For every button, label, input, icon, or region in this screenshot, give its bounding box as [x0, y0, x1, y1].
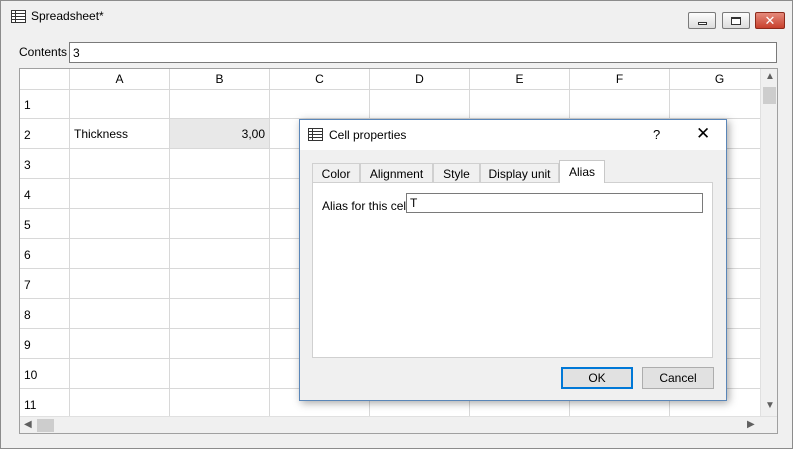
cell-b8[interactable]: [170, 299, 270, 329]
cell-c1[interactable]: [270, 90, 370, 119]
tab-display-unit[interactable]: Display unit: [480, 163, 559, 183]
cell-a3[interactable]: [70, 149, 170, 179]
spreadsheet-icon: [308, 128, 323, 141]
row-header-3[interactable]: 3: [20, 149, 70, 179]
maximize-button[interactable]: [722, 12, 750, 29]
cell-b11[interactable]: [170, 389, 270, 416]
row-header-11[interactable]: 11: [20, 389, 70, 416]
tab-style[interactable]: Style: [433, 163, 480, 183]
cell-a6[interactable]: [70, 239, 170, 269]
cell-b1[interactable]: [170, 90, 270, 119]
row-header-4[interactable]: 4: [20, 179, 70, 209]
row-header-6[interactable]: 6: [20, 239, 70, 269]
cell-a8[interactable]: [70, 299, 170, 329]
scroll-up-icon[interactable]: ▲: [765, 72, 775, 82]
tab-alias[interactable]: Alias: [559, 160, 605, 183]
help-button[interactable]: ?: [653, 127, 660, 142]
cell-a1[interactable]: [70, 90, 170, 119]
alias-label: Alias for this cell: [322, 199, 409, 213]
cell-a10[interactable]: [70, 359, 170, 389]
vertical-scroll-thumb[interactable]: [763, 87, 776, 104]
column-header-e[interactable]: E: [470, 69, 570, 90]
cancel-button[interactable]: Cancel: [642, 367, 714, 389]
minimize-button[interactable]: [688, 12, 716, 29]
title-bar[interactable]: Spreadsheet* ✕: [1, 1, 792, 31]
scroll-left-icon[interactable]: ◀: [24, 420, 32, 430]
cell-b6[interactable]: [170, 239, 270, 269]
dialog-close-icon[interactable]: ✕: [696, 125, 710, 142]
row-header-9[interactable]: 9: [20, 329, 70, 359]
cell-g1[interactable]: [670, 90, 760, 119]
close-button[interactable]: ✕: [755, 12, 785, 29]
alias-input[interactable]: [406, 193, 703, 213]
cell-f1[interactable]: [570, 90, 670, 119]
close-icon: ✕: [764, 13, 776, 28]
spreadsheet-icon: [11, 10, 26, 23]
corner-header[interactable]: [20, 69, 70, 90]
tab-alignment[interactable]: Alignment: [360, 163, 433, 183]
column-header-g[interactable]: G: [670, 69, 760, 90]
cell-a2[interactable]: Thickness: [70, 119, 170, 149]
cell-properties-dialog: Cell properties ? ✕ Color Alignment Style D…: [299, 119, 727, 401]
cell-b9[interactable]: [170, 329, 270, 359]
ok-button[interactable]: OK: [561, 367, 633, 389]
dialog-title: Cell properties: [329, 128, 407, 142]
contents-input[interactable]: [69, 42, 777, 63]
row-header-2[interactable]: 2: [20, 119, 70, 149]
cell-b4[interactable]: [170, 179, 270, 209]
row-header-8[interactable]: 8: [20, 299, 70, 329]
window-title: Spreadsheet*: [31, 9, 104, 23]
row-header-1[interactable]: 1: [20, 90, 70, 119]
maximize-icon: [731, 16, 741, 25]
cell-a4[interactable]: [70, 179, 170, 209]
horizontal-scrollbar[interactable]: ◀ ▶: [20, 416, 777, 433]
contents-label: Contents: [19, 45, 68, 59]
column-header-a[interactable]: A: [70, 69, 170, 90]
cell-b7[interactable]: [170, 269, 270, 299]
cell-b5[interactable]: [170, 209, 270, 239]
cell-e1[interactable]: [470, 90, 570, 119]
cell-b3[interactable]: [170, 149, 270, 179]
column-header-d[interactable]: D: [370, 69, 470, 90]
minimize-icon: [697, 21, 707, 25]
cell-a7[interactable]: [70, 269, 170, 299]
alias-tab-panel: Alias for this cell: [312, 182, 713, 358]
vertical-scrollbar[interactable]: ▲ ▼: [760, 69, 777, 416]
tab-color[interactable]: Color: [312, 163, 360, 183]
row-header-10[interactable]: 10: [20, 359, 70, 389]
scroll-right-icon[interactable]: ▶: [747, 420, 755, 430]
cell-b10[interactable]: [170, 359, 270, 389]
cell-a5[interactable]: [70, 209, 170, 239]
column-header-c[interactable]: C: [270, 69, 370, 90]
scroll-down-icon[interactable]: ▼: [765, 401, 775, 411]
cell-a9[interactable]: [70, 329, 170, 359]
cell-b2[interactable]: 3,00: [170, 119, 270, 149]
horizontal-scroll-thumb[interactable]: [37, 419, 54, 432]
cell-a11[interactable]: [70, 389, 170, 416]
column-header-f[interactable]: F: [570, 69, 670, 90]
row-header-7[interactable]: 7: [20, 269, 70, 299]
column-header-b[interactable]: B: [170, 69, 270, 90]
cell-d1[interactable]: [370, 90, 470, 119]
dialog-title-bar[interactable]: Cell properties ? ✕: [300, 120, 726, 150]
row-header-5[interactable]: 5: [20, 209, 70, 239]
